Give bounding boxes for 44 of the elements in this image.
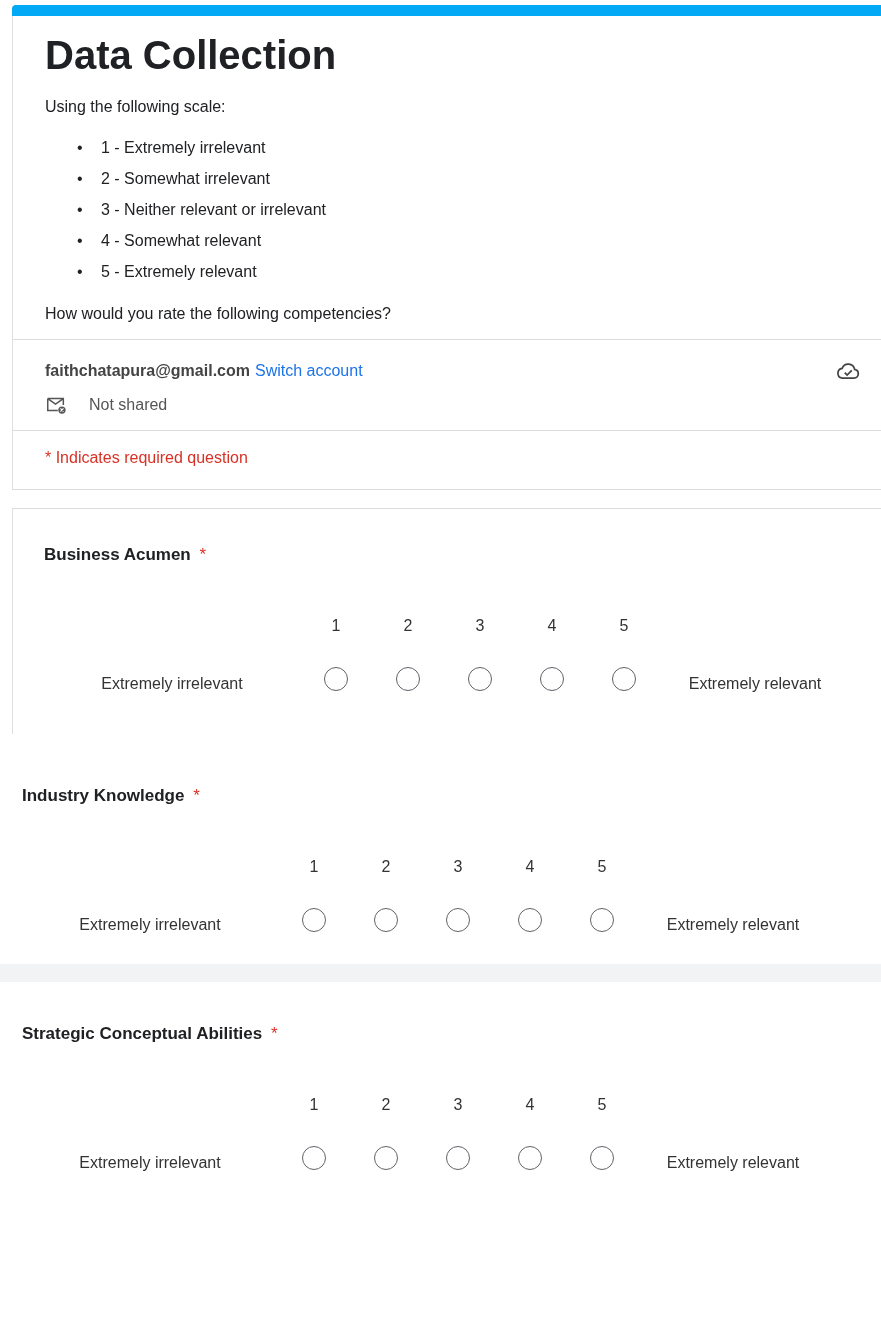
scale-item: 3 - Neither relevant or irrelevant	[101, 200, 326, 220]
bullet: •	[77, 231, 84, 251]
scale-number: 1	[308, 1096, 320, 1114]
bullet: •	[77, 262, 84, 282]
description-text: How would you rate the following competencies?	[45, 305, 392, 323]
question-title: Strategic Conceptual Abilities	[22, 1024, 263, 1043]
scale-number: 3	[452, 1096, 464, 1114]
required-mark: *	[271, 1024, 278, 1043]
scale-number: 5	[618, 617, 630, 635]
scale-item: 5 - Extremely relevant	[101, 262, 257, 282]
required-note: * Indicates required question	[13, 430, 881, 490]
scale-number: 2	[380, 1096, 392, 1114]
scale-number: 4	[546, 617, 558, 635]
scale-number: 4	[524, 1096, 536, 1114]
scale-number: 3	[474, 617, 486, 635]
bullet: •	[77, 138, 84, 158]
question-title: Industry Knowledge	[22, 786, 185, 805]
description-text: Using the following scale:	[45, 98, 227, 116]
bullet: •	[77, 169, 84, 189]
scale-number: 1	[308, 858, 320, 876]
scale-number: 1	[330, 617, 342, 635]
bullet: •	[77, 200, 84, 220]
scale-low-label: Extremely irrelevant	[78, 1154, 222, 1172]
scale-low-label: Extremely irrelevant	[78, 916, 222, 934]
scale-item: 4 - Somewhat relevant	[101, 231, 262, 251]
scale-number: 2	[402, 617, 414, 635]
form-title: Data Collection	[45, 32, 338, 78]
switch-account-link[interactable]: Switch account	[255, 362, 363, 380]
sharing-status: Not shared	[89, 396, 168, 414]
scale-number: 4	[524, 858, 536, 876]
required-mark: *	[199, 545, 207, 564]
scale-high-label: Extremely relevant	[665, 916, 801, 934]
scale-number: 5	[596, 1096, 608, 1114]
scale-high-label: Extremely relevant	[687, 675, 823, 693]
scale-number: 5	[596, 858, 608, 876]
scale-item: 2 - Somewhat irrelevant	[101, 169, 270, 189]
scale-item: 1 - Extremely irrelevant	[101, 138, 266, 158]
scale-high-label: Extremely relevant	[665, 1154, 801, 1172]
account-email: faithchatapura@gmail.com	[45, 362, 250, 380]
scale-number: 3	[452, 858, 464, 876]
scale-number: 2	[380, 858, 392, 876]
scale-low-label: Extremely irrelevant	[100, 675, 244, 693]
required-mark: *	[193, 786, 200, 805]
question-title: Business Acumen	[44, 545, 191, 564]
